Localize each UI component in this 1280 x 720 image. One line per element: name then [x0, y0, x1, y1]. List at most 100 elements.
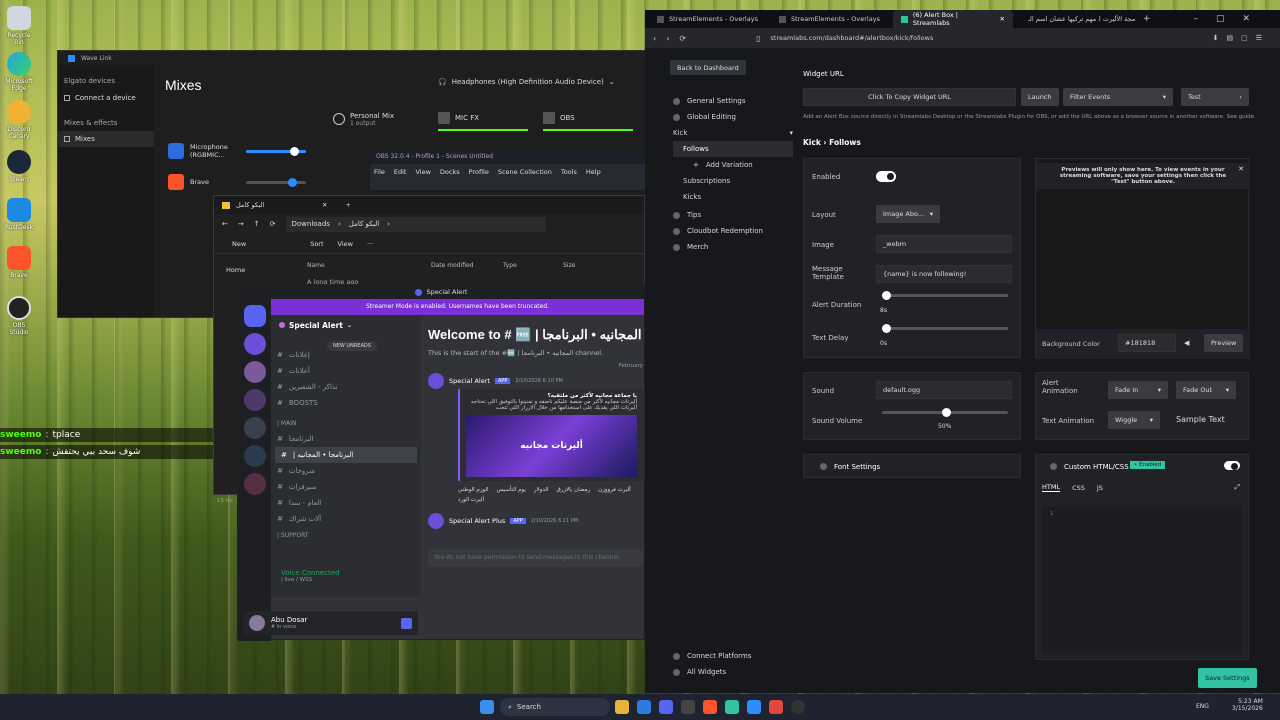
app-taskbar-icon[interactable]	[681, 700, 695, 714]
forward-arrow-icon[interactable]: →	[238, 220, 244, 228]
back-to-dashboard-button[interactable]: Back to Dashboard	[670, 60, 746, 75]
app-taskbar-icon[interactable]	[769, 700, 783, 714]
connect-platforms-link[interactable]: Connect Platforms	[673, 648, 751, 664]
expand-icon[interactable]: ⤢	[1234, 483, 1240, 492]
fade-in-select[interactable]: Fade In ▾	[1108, 381, 1168, 399]
obs-menu-tools[interactable]: Tools	[561, 168, 577, 176]
all-widgets-link[interactable]: All Widgets	[673, 664, 751, 680]
brave-icon[interactable]: Brave	[3, 246, 35, 279]
new-unreads-pill[interactable]: NEW UNREADS	[327, 341, 377, 351]
sound-file-field[interactable]: default.ogg	[876, 381, 1012, 399]
new-tab-icon[interactable]: +	[1143, 14, 1151, 24]
window-controls-icon[interactable]: –▢✕	[1193, 14, 1268, 24]
link-button[interactable]: أليرت فرووزن	[598, 487, 631, 493]
breadcrumb[interactable]: Downloads › البكو كامل ›	[285, 216, 546, 232]
extensions-icons[interactable]: ⬇▤▢☰	[1213, 34, 1270, 42]
enabled-toggle[interactable]	[876, 171, 896, 182]
channel-item[interactable]: # البرنامجا	[271, 431, 421, 447]
crumb[interactable]: Downloads	[292, 220, 330, 228]
filter-events-select[interactable]: Filter Events ▾	[1063, 88, 1173, 106]
obs-menu-help[interactable]: Help	[586, 168, 601, 176]
server-icon[interactable]	[243, 417, 266, 439]
rustdesk-icon[interactable]: RustDesk	[3, 198, 35, 231]
add-tab-icon[interactable]: +	[345, 201, 350, 209]
nav-merch[interactable]: Merch	[673, 239, 793, 255]
explorer-taskbar-icon[interactable]	[615, 700, 629, 714]
server-icon[interactable]	[243, 361, 266, 383]
avatar[interactable]	[249, 615, 265, 631]
tab-html[interactable]: HTML	[1042, 483, 1061, 492]
server-name[interactable]: Special Alert ⌄	[271, 315, 421, 335]
refresh-icon[interactable]: ⟳	[679, 34, 686, 43]
channel-item[interactable]: # العام - سدا	[271, 495, 421, 511]
save-settings-button[interactable]: Save Settings	[1198, 668, 1257, 688]
fade-out-select[interactable]: Fade Out ▾	[1176, 381, 1236, 399]
channel-item[interactable]: # أعلانات	[271, 363, 421, 379]
copy-widget-url[interactable]: Click To Copy Widget URL	[803, 88, 1016, 106]
connect-device-item[interactable]: Connect a device	[58, 89, 154, 107]
personal-mix[interactable]: Personal Mix 1 output	[333, 107, 428, 131]
back-arrow-icon[interactable]: ‹	[653, 34, 656, 43]
link-button[interactable]: رمضان بالازرق	[556, 487, 590, 493]
server-icon[interactable]	[243, 333, 266, 355]
col-type[interactable]: Type	[503, 262, 563, 269]
refresh-icon[interactable]: ⟳	[270, 220, 276, 228]
obs-menu-docks[interactable]: Docks	[440, 168, 460, 176]
taskbar-search[interactable]: ⌕ Search	[500, 698, 610, 716]
obs-menu-view[interactable]: View	[415, 168, 430, 176]
edge-taskbar-icon[interactable]	[637, 700, 651, 714]
avatar[interactable]	[428, 373, 444, 389]
browser-tab[interactable]: StreamElements - Overlays	[771, 10, 891, 28]
channel-item[interactable]: # سيرفرات	[271, 479, 421, 495]
new-button[interactable]: New	[232, 240, 246, 248]
up-arrow-icon[interactable]: ↑	[254, 220, 260, 228]
language-indicator[interactable]: ENG	[1196, 703, 1209, 710]
obs-menu-edit[interactable]: Edit	[394, 168, 407, 176]
obs-menu-profile[interactable]: Profile	[469, 168, 489, 176]
forward-arrow-icon[interactable]: ›	[666, 34, 669, 43]
col-date[interactable]: Date modified	[431, 262, 503, 269]
crumb[interactable]: البكو كامل	[349, 220, 379, 228]
layout-select[interactable]: Image Abo... ▾	[876, 205, 940, 223]
speaker-icon[interactable]: ◀	[1184, 339, 1189, 347]
nav-cloudbot[interactable]: Cloudbot Redemption	[673, 223, 793, 239]
edge-icon[interactable]: Microsoft Edge	[3, 52, 35, 92]
tab-css[interactable]: CSS	[1072, 484, 1085, 492]
obs-taskbar-icon[interactable]	[791, 700, 805, 714]
server-icon[interactable]	[243, 389, 266, 411]
nav-follows[interactable]: Follows	[673, 141, 793, 157]
obs-menu-file[interactable]: File	[374, 168, 385, 176]
col-size[interactable]: Size	[563, 262, 575, 269]
message-author[interactable]: Special Alert	[449, 377, 490, 385]
channel-slider[interactable]	[246, 146, 306, 156]
channel-item[interactable]: # BOOSTS	[271, 395, 421, 411]
browser-tab-active[interactable]: (6) Alert Box | Streamlabs ✕	[893, 10, 1013, 28]
text-animation-select[interactable]: Wiggle ▾	[1108, 411, 1160, 429]
col-name[interactable]: Name	[307, 262, 431, 269]
nav-kick[interactable]: Kick ▾	[673, 125, 793, 141]
steam-icon[interactable]: Steam	[3, 150, 35, 183]
nav-tips[interactable]: Tips	[673, 207, 793, 223]
sort-button[interactable]: Sort	[310, 240, 323, 248]
channel-item[interactable]: # تذاكر - الشعبرين	[271, 379, 421, 395]
explorer-tab[interactable]: البكو كامل	[236, 201, 316, 209]
obs-mix[interactable]: OBS	[543, 107, 633, 131]
obs-menu-scene-collection[interactable]: Scene Collection	[498, 168, 552, 176]
nav-subscriptions[interactable]: Subscriptions	[673, 173, 793, 189]
address-bar[interactable]: streamlabs.com/dashboard#/alertbox/kick/…	[771, 34, 1061, 42]
nav-kicks[interactable]: Kicks	[673, 189, 793, 205]
bg-color-input[interactable]: #181818	[1118, 334, 1176, 352]
message-author[interactable]: Special Alert Plus	[449, 517, 505, 525]
link-button[interactable]: الدولار	[534, 487, 549, 493]
clock[interactable]: 5:23 AM 3/15/2026	[1232, 698, 1263, 712]
category-item[interactable]: | MAIN	[271, 415, 421, 431]
browser-tab[interactable]: StreamElements - Overlays	[649, 10, 769, 28]
mic-fx-mix[interactable]: MIC FX	[438, 107, 528, 131]
discord-canary-icon[interactable]: Discord Canary	[3, 100, 35, 140]
settings-gear-icon[interactable]	[401, 617, 412, 629]
output-device-select[interactable]: 🎧 Headphones (High Definition Audio Devic…	[438, 78, 615, 86]
channel-item[interactable]: # شروحات	[271, 463, 421, 479]
add-variation-button[interactable]: + Add Variation	[673, 157, 793, 173]
category-item[interactable]: | SUPPORT	[271, 527, 421, 543]
browser-tab[interactable]: برمجة الأليرت ( مهم تركيها عشان اسم الـ	[1015, 10, 1135, 28]
